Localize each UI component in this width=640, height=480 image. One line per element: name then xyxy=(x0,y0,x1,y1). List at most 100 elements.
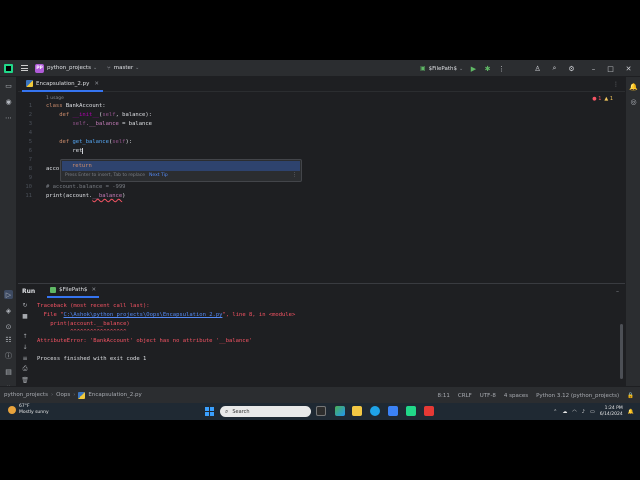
python-file-icon xyxy=(50,287,57,293)
python-packages-icon[interactable]: ◈ xyxy=(4,306,13,315)
minimize-panel-icon[interactable]: – xyxy=(616,288,619,295)
edge-icon[interactable] xyxy=(370,406,380,416)
file-path-link[interactable]: C:\Ashok\python_projects\Oops\Encapsulat… xyxy=(64,312,223,318)
task-view-icon[interactable] xyxy=(316,406,326,416)
clock[interactable]: 1:24 PM 6/14/2024 xyxy=(600,406,623,418)
hamburger-menu-icon[interactable] xyxy=(21,65,28,71)
add-user-icon[interactable]: ♙ xyxy=(533,64,542,73)
caret-position[interactable]: 8:11 xyxy=(438,393,450,399)
close-icon[interactable]: ✕ xyxy=(94,81,99,87)
windows-start-icon[interactable] xyxy=(205,407,214,416)
battery-icon[interactable]: ▭ xyxy=(590,409,595,415)
project-icon[interactable]: ▭ xyxy=(4,81,13,90)
chevron-up-icon[interactable]: ⌃ xyxy=(553,409,557,415)
chrome-icon[interactable] xyxy=(335,406,345,416)
pycharm-logo-icon xyxy=(4,63,13,73)
recorder-icon[interactable] xyxy=(424,406,434,416)
line-number-gutter: 1 2 3 4 5 6 7 8 9 10 11 xyxy=(18,93,38,283)
next-tip-link[interactable]: Next Tip xyxy=(149,173,168,178)
line-number: 7 xyxy=(28,157,32,163)
store-icon[interactable] xyxy=(388,406,398,416)
ai-assistant-icon[interactable]: ◎ xyxy=(629,97,638,106)
soft-wrap-icon[interactable]: ≡ xyxy=(21,354,29,362)
run-tab[interactable]: $FilePath$ ✕ xyxy=(47,284,100,298)
code-text: print(account. xyxy=(46,193,93,199)
pycharm-icon[interactable] xyxy=(406,406,416,416)
more-tools-icon[interactable]: ⋯ xyxy=(4,113,13,122)
code-line-1: class BankAccount: xyxy=(46,103,106,109)
print-icon[interactable]: ⎙ xyxy=(21,365,29,373)
taskbar-search[interactable]: ⌕ Search xyxy=(220,406,311,417)
terminal-icon[interactable]: ▤ xyxy=(4,367,13,376)
run-tab-label: $FilePath$ xyxy=(59,287,88,293)
commit-icon[interactable]: ◉ xyxy=(4,97,13,106)
run-config-selector[interactable]: ▣ $FilePath$ ⌄ xyxy=(420,60,463,77)
indent-setting[interactable]: 4 spaces xyxy=(504,393,528,399)
close-icon[interactable]: ✕ xyxy=(91,287,96,293)
code-line-10: # account.balance = -999 xyxy=(46,184,125,190)
debug-icon[interactable]: ✱ xyxy=(483,64,492,73)
code-line-6: ret xyxy=(46,148,84,154)
weather-text: 67°F Mostly sunny xyxy=(19,404,49,415)
warning-count-value: 1 xyxy=(609,96,613,102)
cloud-icon[interactable]: ☁ xyxy=(562,409,567,415)
weather-widget[interactable]: 67°F Mostly sunny xyxy=(8,404,49,415)
console-text: File " xyxy=(37,312,64,318)
console-line: Traceback (most recent call last): xyxy=(37,303,150,309)
problems-icon[interactable]: ⓘ xyxy=(4,351,13,360)
breadcrumb-item[interactable]: Oops xyxy=(56,392,70,398)
rerun-icon[interactable]: ↻ xyxy=(21,301,29,309)
scroll-up-icon[interactable]: ↑ xyxy=(21,332,29,340)
more-icon[interactable]: ⋮ xyxy=(292,172,297,178)
minimize-icon[interactable]: – xyxy=(589,64,598,73)
inspection-widget[interactable]: ● 1 ▲ 1 xyxy=(592,96,613,102)
code-editor[interactable]: ● 1 ▲ 1 1 usage 1 2 3 4 5 6 7 8 9 10 11 … xyxy=(18,93,625,283)
completion-hint: Press Enter to insert, Tab to replace Nex… xyxy=(65,173,168,178)
file-explorer-icon[interactable] xyxy=(352,406,362,416)
search-placeholder: Search xyxy=(232,408,250,415)
code-text: , balance): xyxy=(115,112,152,118)
editor-tab[interactable]: Encapsulation_2.py ✕ xyxy=(22,77,103,92)
console-line: Process finished with exit code 1 xyxy=(37,356,147,362)
function-name: get_balance xyxy=(72,139,109,145)
breadcrumb-item[interactable]: Encapsulation_2.py xyxy=(88,392,141,398)
code-text: BankAccount: xyxy=(62,103,106,109)
structure-icon[interactable]: ☷ xyxy=(4,335,13,344)
search-icon[interactable]: ⌕ xyxy=(550,64,559,73)
branch-selector[interactable]: ⑂ master ⌄ xyxy=(97,60,139,77)
run-header: Run $FilePath$ ✕ – xyxy=(18,284,625,298)
completion-item[interactable]: return xyxy=(62,161,300,171)
notification-bell-icon[interactable]: 🔔 xyxy=(628,409,634,415)
project-selector[interactable]: PP python_projects ⌄ xyxy=(28,60,97,77)
file-encoding[interactable]: UTF-8 xyxy=(480,393,496,399)
volume-icon[interactable]: ♪ xyxy=(582,409,585,415)
close-icon[interactable]: ✕ xyxy=(624,64,633,73)
run-icon[interactable]: ▶ xyxy=(469,64,478,73)
status-bar: python_projects › Oops › Encapsulation_2… xyxy=(0,386,640,403)
more-icon[interactable]: ⋮ xyxy=(613,81,619,88)
line-separator[interactable]: CRLF xyxy=(458,393,472,399)
maximize-icon[interactable]: □ xyxy=(606,64,615,73)
interpreter-selector[interactable]: Python 3.12 (python_projects) xyxy=(536,393,619,399)
code-text: ret xyxy=(72,148,83,154)
python-console-icon[interactable]: ⊙ xyxy=(4,322,13,331)
console-output[interactable]: Traceback (most recent call last): File … xyxy=(37,303,295,362)
editor-tab-bar: Encapsulation_2.py ✕ ⋮ xyxy=(18,77,625,92)
scroll-down-icon[interactable]: ↓ xyxy=(21,343,29,351)
settings-icon[interactable]: ⚙ xyxy=(567,64,576,73)
breadcrumb-separator: › xyxy=(73,392,76,398)
breadcrumb-item[interactable]: python_projects xyxy=(4,392,48,398)
console-line: AttributeError: 'BankAccount' object has… xyxy=(37,338,253,344)
lock-icon[interactable]: 🔒 xyxy=(627,393,634,399)
completion-popup: return Press Enter to insert, Tab to rep… xyxy=(60,159,302,182)
run-toolbar: ↻ ■ ↑ ↓ ≡ ⎙ 🗑 xyxy=(18,299,32,387)
scrollbar[interactable] xyxy=(620,324,623,379)
delete-icon[interactable]: 🗑 xyxy=(21,376,29,384)
chevron-down-icon: ⌄ xyxy=(458,65,464,72)
run-tool-icon[interactable]: ▷ xyxy=(4,290,13,299)
stop-icon[interactable]: ■ xyxy=(21,312,29,320)
notifications-icon[interactable]: 🔔 xyxy=(629,82,638,91)
wifi-icon[interactable]: ◠ xyxy=(572,409,576,415)
more-icon[interactable]: ⋮ xyxy=(497,64,506,73)
